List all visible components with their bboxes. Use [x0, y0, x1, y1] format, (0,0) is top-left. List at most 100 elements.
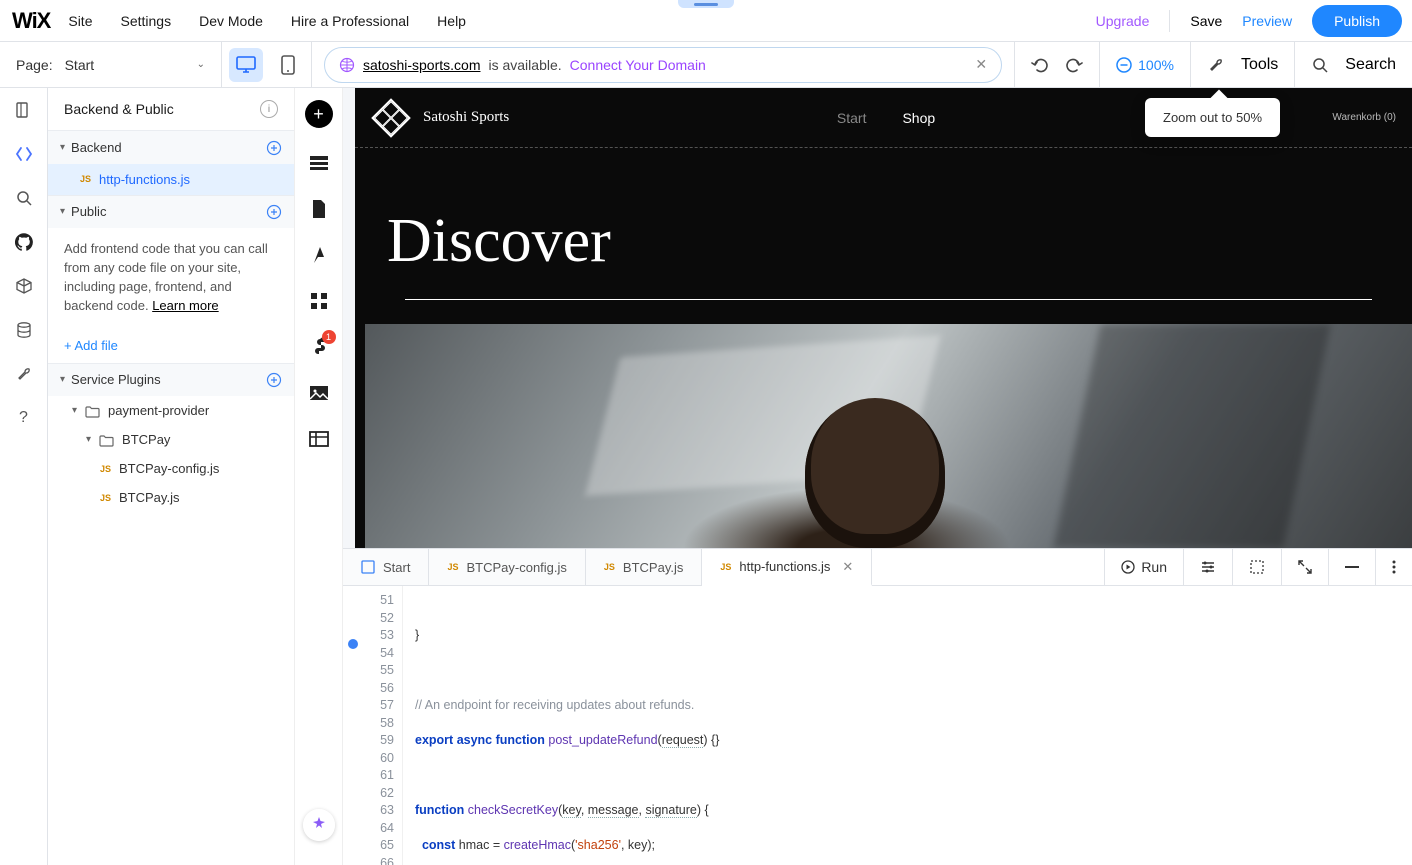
- menu-hire[interactable]: Hire a Professional: [291, 13, 409, 29]
- rail-packages-icon[interactable]: [14, 276, 34, 296]
- expand-icon[interactable]: [1281, 549, 1328, 585]
- add-file-link[interactable]: + Add file: [48, 328, 294, 363]
- add-backend-icon[interactable]: [266, 139, 282, 156]
- service-plugins-header[interactable]: ▾ Service Plugins: [48, 364, 294, 397]
- divider: [1169, 10, 1170, 32]
- chevron-down-icon: ▾: [86, 434, 91, 445]
- backend-label: Backend: [71, 140, 122, 155]
- add-public-icon[interactable]: [266, 204, 282, 221]
- chevron-down-icon: ⌄: [197, 59, 205, 70]
- menu-devmode[interactable]: Dev Mode: [199, 13, 263, 29]
- cms-icon[interactable]: [308, 428, 330, 450]
- search-label: Search: [1345, 56, 1396, 74]
- menu-site[interactable]: Site: [68, 13, 92, 29]
- js-icon: JS: [100, 464, 111, 474]
- menu-settings[interactable]: Settings: [120, 13, 171, 29]
- js-icon: JS: [100, 493, 111, 503]
- breakpoint-gutter[interactable]: [343, 586, 363, 865]
- folder-payment-provider[interactable]: ▾ payment-provider: [48, 396, 294, 425]
- file-btcpay-js[interactable]: JS BTCPay.js: [48, 483, 294, 512]
- nav-start[interactable]: Start: [837, 110, 867, 126]
- code-editor[interactable]: 5152535455565758596061626364656667 } // …: [343, 586, 1412, 865]
- rail-pages-icon[interactable]: [14, 100, 34, 120]
- desktop-view-button[interactable]: [229, 48, 263, 82]
- file-label: BTCPay-config.js: [119, 461, 219, 476]
- cart-label[interactable]: Warenkorb (0): [1332, 112, 1396, 123]
- run-button[interactable]: Run: [1104, 549, 1183, 585]
- code-settings-icon[interactable]: [1183, 549, 1232, 585]
- code-content[interactable]: } // An endpoint for receiving updates a…: [403, 586, 1412, 865]
- add-plugin-icon[interactable]: [266, 372, 282, 389]
- tools-group[interactable]: Tools: [1190, 42, 1294, 87]
- close-icon[interactable]: ✕: [975, 56, 987, 73]
- close-tab-icon[interactable]: ✕: [842, 559, 853, 575]
- rail-tools-icon[interactable]: [14, 364, 34, 384]
- hero-divider: [405, 299, 1372, 300]
- code-tab-http-functions[interactable]: JS http-functions.js ✕: [702, 549, 872, 586]
- public-section-header[interactable]: ▾ Public: [48, 196, 294, 229]
- redo-button[interactable]: [1065, 57, 1083, 73]
- top-menu: Site Settings Dev Mode Hire a Profession…: [68, 13, 466, 29]
- menu-help[interactable]: Help: [437, 13, 466, 29]
- file-label: BTCPay.js: [119, 490, 179, 505]
- code-tab-btcpay-config[interactable]: JS BTCPay-config.js: [429, 549, 585, 585]
- file-btcpay-config[interactable]: JS BTCPay-config.js: [48, 454, 294, 483]
- tab-label: Start: [383, 560, 410, 575]
- device-toggle: [222, 42, 312, 87]
- mobile-view-button[interactable]: [271, 48, 305, 82]
- top-notch-handle[interactable]: [678, 0, 734, 8]
- folder-icon: [85, 403, 100, 418]
- hero-image: [365, 324, 1412, 548]
- publish-button[interactable]: Publish: [1312, 5, 1402, 37]
- wix-logo[interactable]: WiX: [12, 8, 50, 34]
- more-icon[interactable]: [1375, 549, 1412, 585]
- domain-available: is available.: [488, 57, 561, 73]
- learn-more-link[interactable]: Learn more: [152, 298, 218, 313]
- zoom-control[interactable]: 100%: [1099, 42, 1190, 87]
- folder-btcpay[interactable]: ▾ BTCPay: [48, 425, 294, 454]
- zoom-out-icon: [1116, 57, 1132, 73]
- upgrade-link[interactable]: Upgrade: [1096, 13, 1150, 29]
- rail-help-icon[interactable]: ?: [14, 408, 34, 428]
- code-panel: Start JS BTCPay-config.js JS BTCPay.js J…: [343, 548, 1412, 865]
- tab-label: BTCPay-config.js: [466, 560, 566, 575]
- connect-domain-link[interactable]: Connect Your Domain: [570, 57, 706, 73]
- apps-icon[interactable]: [308, 290, 330, 312]
- rail-database-icon[interactable]: [14, 320, 34, 340]
- site-logo-icon[interactable]: [371, 98, 411, 138]
- theme-icon[interactable]: [308, 244, 330, 266]
- rail-code-icon[interactable]: [14, 144, 34, 164]
- ai-assistant-button[interactable]: [303, 809, 335, 841]
- media-icon[interactable]: [308, 382, 330, 404]
- pages-icon[interactable]: [308, 198, 330, 220]
- nav-shop[interactable]: Shop: [902, 110, 935, 126]
- badge-count: 1: [322, 330, 336, 344]
- code-format-icon[interactable]: [1232, 549, 1281, 585]
- file-http-functions[interactable]: JS http-functions.js: [48, 164, 294, 195]
- sections-icon[interactable]: [308, 152, 330, 174]
- rail-search-icon[interactable]: [14, 188, 34, 208]
- chevron-down-icon: ▾: [60, 374, 65, 385]
- search-group[interactable]: Search: [1294, 42, 1412, 87]
- preview-button[interactable]: Preview: [1242, 13, 1292, 29]
- tools-label: Tools: [1241, 56, 1278, 74]
- left-rail: ?: [0, 88, 48, 865]
- design-stage[interactable]: Satoshi Sports Start Shop Warenkorb (0) …: [343, 88, 1412, 548]
- backend-section-header[interactable]: ▾ Backend: [48, 131, 294, 164]
- my-business-icon[interactable]: 1: [308, 336, 330, 358]
- page-toolbar: Page: Start ⌄ satoshi-sports.com is avai…: [0, 42, 1412, 88]
- site-canvas[interactable]: Satoshi Sports Start Shop Warenkorb (0) …: [343, 88, 1412, 548]
- page-selector[interactable]: Page: Start ⌄: [0, 42, 222, 87]
- code-tab-start[interactable]: Start: [343, 549, 429, 585]
- minimize-icon[interactable]: [1328, 549, 1375, 585]
- info-icon[interactable]: i: [260, 100, 278, 118]
- js-icon: JS: [720, 562, 731, 572]
- code-tab-btcpay[interactable]: JS BTCPay.js: [586, 549, 702, 585]
- save-button[interactable]: Save: [1190, 13, 1222, 29]
- undo-button[interactable]: [1031, 57, 1049, 73]
- breakpoint-icon[interactable]: [348, 639, 358, 649]
- domain-pill[interactable]: satoshi-sports.com is available. Connect…: [324, 47, 1002, 83]
- add-element-button[interactable]: +: [305, 100, 333, 128]
- rail-github-icon[interactable]: [14, 232, 34, 252]
- service-plugins-label: Service Plugins: [71, 372, 161, 387]
